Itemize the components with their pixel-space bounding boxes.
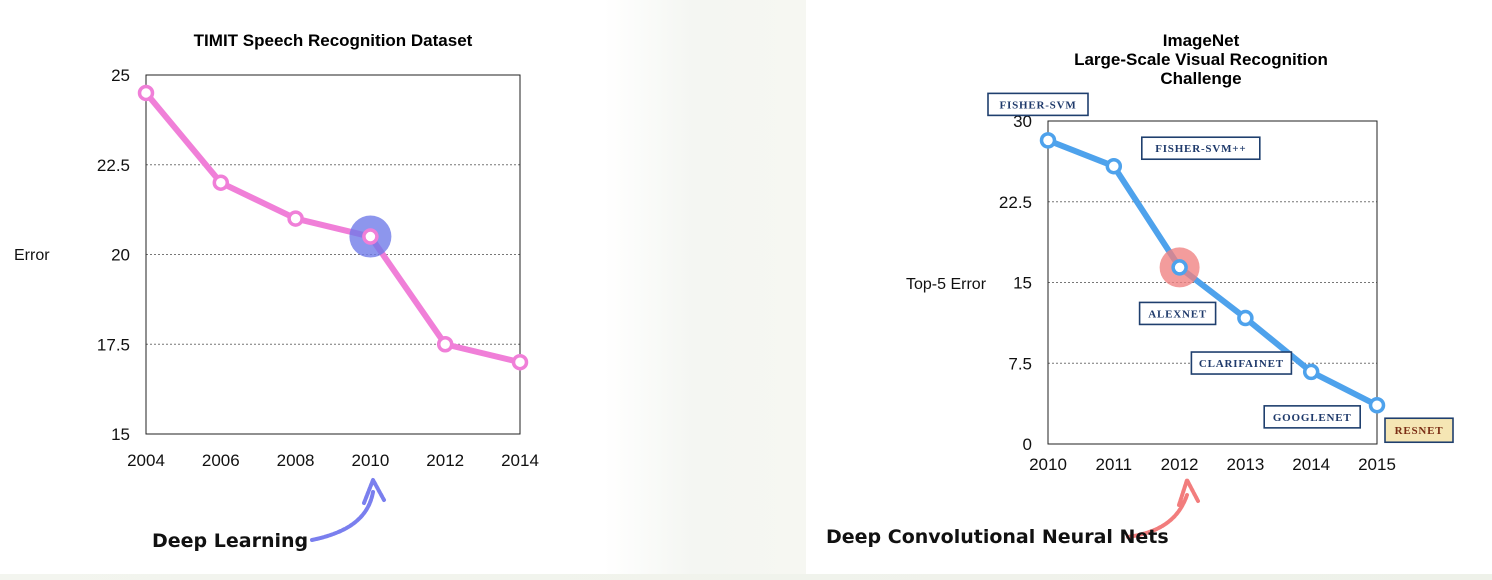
y-tick-label: 7.5	[1008, 354, 1032, 373]
data-point	[287, 210, 304, 227]
y-axis-label: Error	[14, 247, 50, 264]
x-tick-label: 2011	[1096, 455, 1133, 474]
model-label: ALEXNET	[1148, 308, 1207, 320]
data-point	[362, 228, 379, 245]
background-gap	[604, 0, 806, 580]
data-point	[1302, 363, 1320, 381]
x-tick-label: 2015	[1358, 455, 1396, 474]
model-label: FISHER-SVM++	[1155, 143, 1246, 155]
imagenet-chart: ImageNetLarge-Scale Visual RecognitionCh…	[826, 31, 1454, 548]
x-tick-label: 2008	[277, 451, 315, 470]
timit-chart-panel: TIMIT Speech Recognition Dataset 25 22.5 20…	[0, 0, 604, 580]
series-line	[143, 89, 523, 366]
y-tick-label: 0	[1023, 435, 1032, 454]
y-tick-label: 25	[111, 66, 130, 85]
data-point	[1171, 259, 1188, 276]
chart-title: TIMIT Speech Recognition Dataset	[194, 31, 473, 50]
y-axis-label: Top-5 Error	[906, 276, 987, 293]
x-tick-label: 2013	[1226, 455, 1264, 474]
model-label: RESNET	[1395, 425, 1444, 437]
y-tick-label: 22.5	[999, 193, 1032, 212]
data-point	[137, 84, 155, 102]
data-point	[1237, 309, 1254, 327]
data-point	[436, 336, 454, 353]
data-point	[1368, 396, 1386, 414]
model-label: GOOGLENET	[1273, 412, 1352, 424]
x-tick-label: 2006	[202, 451, 240, 470]
model-label: FISHER-SVM	[999, 99, 1076, 111]
y-tick-label: 17.5	[97, 335, 130, 354]
chart-title: ImageNet	[1163, 31, 1240, 50]
x-tick-label: 2012	[1161, 455, 1199, 474]
data-point	[511, 353, 529, 371]
y-tick-label: 15	[111, 425, 130, 444]
chart-title: Large-Scale Visual Recognition	[1074, 50, 1328, 69]
y-tick-label: 15	[1013, 274, 1032, 293]
x-tick-label: 2014	[501, 451, 539, 470]
data-point	[212, 174, 230, 191]
annotation-label: Deep Learning	[152, 530, 308, 552]
imagenet-chart-panel: ImageNet Large-Scale Visual Recognition Ch…	[806, 0, 1492, 580]
timit-chart: TIMIT Speech Recognition Dataset 25 22.5 20…	[14, 31, 539, 552]
x-tick-label: 2010	[351, 451, 389, 470]
data-point	[1105, 157, 1123, 175]
model-label: CLARIFAINET	[1199, 358, 1284, 370]
chart-title: Challenge	[1160, 69, 1241, 88]
annotation-arrow	[310, 478, 386, 542]
x-tick-label: 2004	[127, 451, 165, 470]
x-tick-label: 2012	[426, 451, 464, 470]
annotation-label: Deep Convolutional Neural Nets	[826, 526, 1169, 548]
y-tick-label: 22.5	[97, 156, 130, 175]
x-tick-label: 2010	[1029, 455, 1067, 474]
x-tick-label: 2014	[1292, 455, 1330, 474]
y-tick-label: 20	[111, 246, 130, 265]
data-point	[1039, 132, 1057, 149]
